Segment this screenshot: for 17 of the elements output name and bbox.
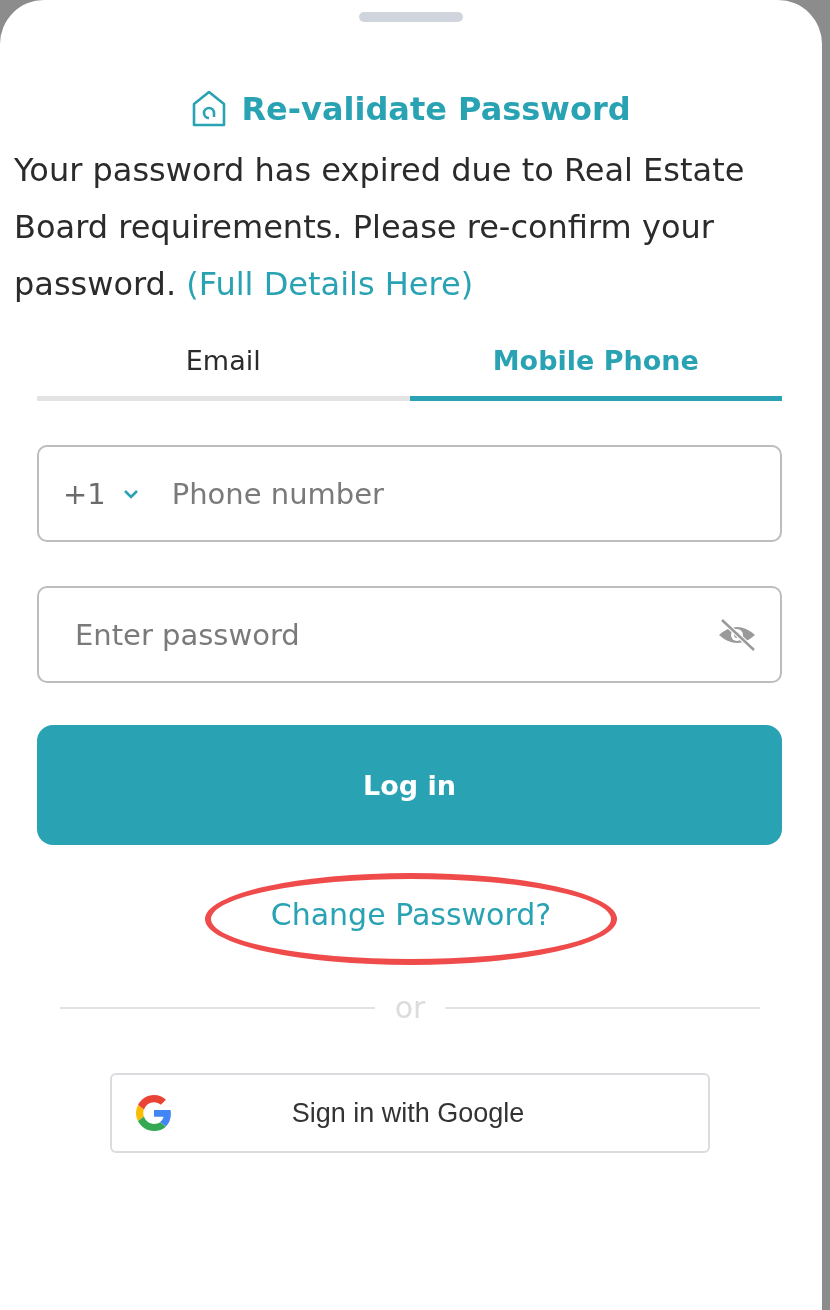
- password-field[interactable]: Enter password: [37, 586, 782, 683]
- change-password-link[interactable]: Change Password?: [270, 897, 552, 932]
- google-g-icon: [136, 1095, 172, 1131]
- country-code[interactable]: +1: [63, 476, 106, 511]
- login-tab[interactable]: Mobile Phone: [409, 335, 782, 401]
- drag-handle[interactable]: [359, 12, 463, 22]
- login-tab[interactable]: Email: [37, 335, 410, 401]
- house-icon: [191, 90, 228, 128]
- details-link[interactable]: (Full Details Here): [186, 265, 474, 303]
- google-signin-button[interactable]: Sign in with Google: [110, 1073, 710, 1153]
- password-input[interactable]: Enter password: [73, 616, 700, 653]
- expiry-message: Your password has expired due to Real Estate Board requirements. Please re-confirm your password. (Full Details Here): [14, 150, 746, 305]
- phone-field[interactable]: +1 Phone number: [37, 445, 782, 542]
- phone-input[interactable]: Phone number: [169, 475, 758, 512]
- login-button[interactable]: Log in: [37, 725, 782, 845]
- dialog-title: Re-validate Password: [241, 90, 631, 128]
- chevron-down-icon[interactable]: [121, 487, 140, 500]
